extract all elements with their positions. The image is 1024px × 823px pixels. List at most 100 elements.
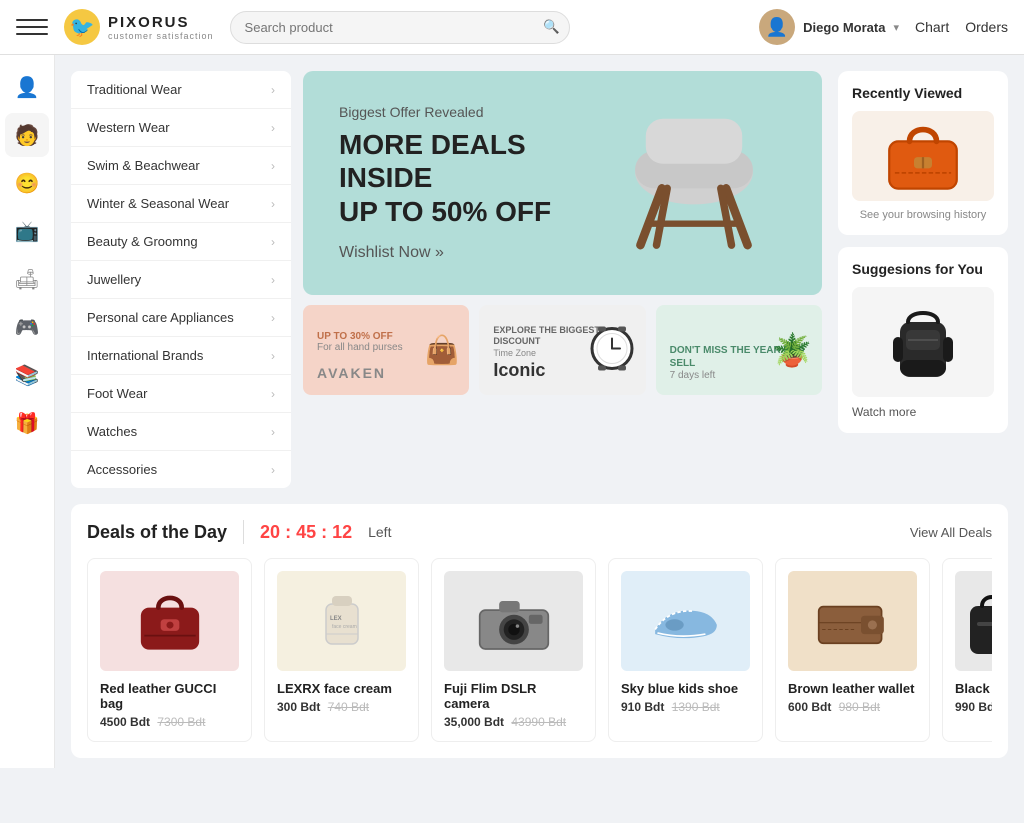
product-prices-camera: 35,000 Bdt 43990 Bdt	[444, 715, 583, 729]
hero-area: Traditional Wear › Western Wear › Swim &…	[71, 71, 822, 488]
lamp-image: 🪴	[772, 331, 812, 369]
hero-column: Biggest Offer Revealed MORE DEALS INSIDE…	[303, 71, 822, 488]
sidenav-gift[interactable]: 🎁	[5, 401, 49, 445]
hero-banner: Biggest Offer Revealed MORE DEALS INSIDE…	[303, 71, 822, 295]
arrow-icon: ›	[271, 159, 275, 173]
logo-sub: customer satisfaction	[108, 31, 214, 41]
side-nav: 👤 🧑 😊 📺 🛋 🎮 📚 🎁	[0, 55, 55, 768]
arrow-icon: ›	[271, 273, 275, 287]
category-foot-wear[interactable]: Foot Wear ›	[71, 375, 291, 413]
arrow-icon: ›	[271, 349, 275, 363]
products-row: Red leather GUCCI bag 4500 Bdt 7300 Bdt …	[87, 558, 992, 742]
arrow-icon: ›	[271, 311, 275, 325]
deals-divider	[243, 520, 244, 544]
product-card-camera[interactable]: Fuji Flim DSLR camera 35,000 Bdt 43990 B…	[431, 558, 596, 742]
deals-timer: 20 : 45 : 12	[260, 522, 352, 543]
category-personal-appliances[interactable]: Personal care Appliances ›	[71, 299, 291, 337]
logo-text-group: PIXORUS customer satisfaction	[108, 14, 214, 41]
banner-main-text: MORE DEALS INSIDEUP TO 50% OFF	[339, 128, 603, 229]
product-image-face-cream: LEX face cream	[277, 571, 406, 671]
arrow-icon: ›	[271, 83, 275, 97]
mini-banner-iconic[interactable]: EXPLORE THE BIGGEST DISCOUNT Time Zone I…	[479, 305, 645, 395]
product-name-wallet: Brown leather wallet	[788, 681, 917, 696]
category-watches[interactable]: Watches ›	[71, 413, 291, 451]
product-name-gucci-bag: Red leather GUCCI bag	[100, 681, 239, 711]
banner-text: Biggest Offer Revealed MORE DEALS INSIDE…	[339, 104, 603, 263]
browsing-history-link[interactable]: See your browsing history	[852, 209, 994, 221]
top-row: Traditional Wear › Western Wear › Swim &…	[71, 71, 1008, 488]
user-info[interactable]: 👤 Diego Morata ▾	[759, 9, 899, 45]
sidenav-face[interactable]: 😊	[5, 161, 49, 205]
recently-viewed-image	[852, 111, 994, 201]
avaken-brand: AVAKEN	[317, 365, 455, 381]
category-list: Traditional Wear › Western Wear › Swim &…	[71, 71, 291, 488]
product-prices-face-cream: 300 Bdt 740 Bdt	[277, 700, 406, 714]
sidenav-furniture[interactable]: 🛋	[5, 257, 49, 301]
suggestions-title: Suggesions for You	[852, 261, 994, 277]
product-card-black-bag[interactable]: Black 990 Bdt	[942, 558, 992, 742]
product-card-wallet[interactable]: Brown leather wallet 600 Bdt 980 Bdt	[775, 558, 930, 742]
menu-button[interactable]	[16, 11, 48, 43]
recently-viewed-card: Recently Viewed	[838, 71, 1008, 235]
main-content: 👤 🧑 😊 📺 🛋 🎮 📚 🎁 Traditional Wear ›	[0, 55, 1024, 768]
category-western-wear[interactable]: Western Wear ›	[71, 109, 291, 147]
recently-viewed-title: Recently Viewed	[852, 85, 994, 101]
product-image-camera	[444, 571, 583, 671]
product-prices-shoe: 910 Bdt 1390 Bdt	[621, 700, 750, 714]
content-area: Traditional Wear › Western Wear › Swim &…	[55, 55, 1024, 768]
arrow-icon: ›	[271, 235, 275, 249]
wishlist-button[interactable]: Wishlist Now »	[339, 244, 603, 262]
chart-link[interactable]: Chart	[915, 19, 949, 35]
deals-header: Deals of the Day 20 : 45 : 12 Left View …	[87, 520, 992, 544]
sidenav-user[interactable]: 👤	[5, 65, 49, 109]
sidenav-tv[interactable]: 📺	[5, 209, 49, 253]
category-juwellery[interactable]: Juwellery ›	[71, 261, 291, 299]
svg-text:LEX: LEX	[330, 616, 342, 622]
product-prices-wallet: 600 Bdt 980 Bdt	[788, 700, 917, 714]
search-button[interactable]: 🔍	[543, 19, 560, 35]
mini-banners: UP TO 30% OFF For all hand purses AVAKEN…	[303, 305, 822, 395]
product-name-shoe: Sky blue kids shoe	[621, 681, 750, 696]
deals-left-label: Left	[368, 524, 391, 540]
mini-banner-avaken[interactable]: UP TO 30% OFF For all hand purses AVAKEN…	[303, 305, 469, 395]
orders-link[interactable]: Orders	[965, 19, 1008, 35]
product-image-black-bag	[955, 571, 992, 671]
watch-image	[588, 325, 636, 376]
suggestions-card: Suggesions for You	[838, 247, 1008, 433]
category-international-brands[interactable]: International Brands ›	[71, 337, 291, 375]
suggestion-image	[852, 287, 994, 397]
mini-banner-lamp[interactable]: DON'T MISS THE YEAR END SELL 7 days left…	[656, 305, 822, 395]
deals-title: Deals of the Day	[87, 522, 227, 543]
product-prices-gucci-bag: 4500 Bdt 7300 Bdt	[100, 715, 239, 729]
product-card-face-cream[interactable]: LEX face cream LEXRX face cream 300 Bdt …	[264, 558, 419, 742]
product-name-face-cream: LEXRX face cream	[277, 681, 406, 696]
category-panel: Traditional Wear › Western Wear › Swim &…	[71, 71, 291, 488]
banner-chair-image	[603, 103, 786, 263]
product-card-shoe[interactable]: Sky blue kids shoe 910 Bdt 1390 Bdt	[608, 558, 763, 742]
banner-sub-text: Biggest Offer Revealed	[339, 104, 603, 120]
sidenav-game[interactable]: 🎮	[5, 305, 49, 349]
arrow-icon: ›	[271, 425, 275, 439]
product-name-black-bag: Black	[955, 681, 992, 696]
category-beauty-grooming[interactable]: Beauty & Groomng ›	[71, 223, 291, 261]
sidenav-books[interactable]: 📚	[5, 353, 49, 397]
product-card-gucci-bag[interactable]: Red leather GUCCI bag 4500 Bdt 7300 Bdt	[87, 558, 252, 742]
deals-section: Deals of the Day 20 : 45 : 12 Left View …	[71, 504, 1008, 758]
category-traditional-wear[interactable]: Traditional Wear ›	[71, 71, 291, 109]
view-all-deals-link[interactable]: View All Deals	[910, 525, 992, 540]
category-winter-seasonal[interactable]: Winter & Seasonal Wear ›	[71, 185, 291, 223]
logo-name: PIXORUS	[108, 14, 214, 31]
logo: 🐦 PIXORUS customer satisfaction	[64, 9, 214, 45]
header-right: 👤 Diego Morata ▾ Chart Orders	[759, 9, 1008, 45]
wishlist-label: Wishlist Now »	[339, 244, 444, 262]
search-input[interactable]	[230, 11, 570, 44]
watch-more-link[interactable]: Watch more	[852, 405, 994, 419]
category-swim-beachwear[interactable]: Swim & Beachwear ›	[71, 147, 291, 185]
svg-text:face cream: face cream	[332, 624, 357, 630]
sidenav-person[interactable]: 🧑	[5, 113, 49, 157]
arrow-icon: ›	[271, 197, 275, 211]
product-image-gucci-bag	[100, 571, 239, 671]
arrow-icon: ›	[271, 121, 275, 135]
search-bar: 🔍	[230, 11, 570, 44]
category-accessories[interactable]: Accessories ›	[71, 451, 291, 488]
